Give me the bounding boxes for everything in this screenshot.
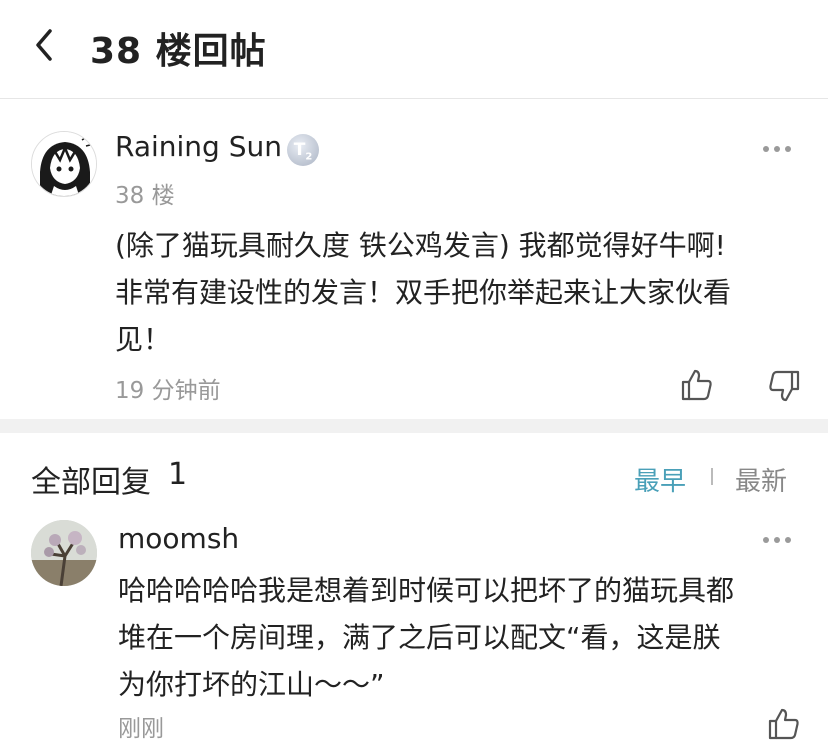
post-timestamp: 19 分钟前 [115,378,221,404]
thumbs-down-icon[interactable] [767,369,801,403]
more-options-icon[interactable] [763,146,793,154]
back-arrow-icon[interactable] [30,26,60,64]
reply-content: 哈哈哈哈哈我是想着到时候可以把坏了的猫玩具都 堆在一个房间理，满了之后可以配文“… [118,567,808,708]
replies-count: 1 [168,457,188,492]
replies-section-title: 全部回复 [31,465,151,500]
badge-letter: T [293,140,306,160]
reply-line: 哈哈哈哈哈我是想着到时候可以把坏了的猫玩具都 [118,574,735,607]
badge-level: 2 [305,151,313,163]
reply-username[interactable]: moomsh [118,522,239,555]
section-divider [0,419,828,433]
thumbs-up-icon[interactable] [680,368,714,402]
post-line: 非常有建设性的发言！双手把你举起来让大家伙看 [115,276,732,309]
sort-latest-tab[interactable]: 最新 [735,461,787,498]
post-content: (除了猫玩具耐久度 铁公鸡发言) 我都觉得好牛啊! 非常有建设性的发言！双手把你… [115,222,805,363]
page-title: 38 楼回帖 [90,31,267,72]
sort-separator [711,468,713,485]
top-bar: 38 楼回帖 [0,0,828,99]
avatar[interactable] [31,520,97,586]
reply-line: 为你打坏的江山～～” [118,668,385,701]
post-line: 见！ [115,323,172,356]
thumbs-up-icon[interactable] [767,707,801,741]
post-line: (除了猫玩具耐久度 铁公鸡发言) 我都觉得好牛啊! [115,229,726,262]
floor-number: 38 楼 [115,183,175,209]
reply-line: 堆在一个房间理，满了之后可以配文“看，这是朕 [118,621,721,654]
post-username[interactable]: Raining Sun [115,130,282,163]
level-badge-icon: T2 [287,134,319,166]
avatar[interactable] [31,131,97,197]
more-options-icon[interactable] [763,537,793,545]
sort-earliest-tab[interactable]: 最早 [634,461,686,498]
reply-timestamp: 刚刚 [118,716,164,742]
